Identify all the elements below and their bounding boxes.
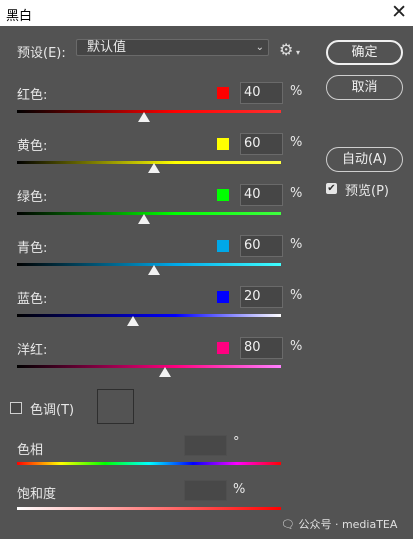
chevron-down-icon: ⌄ bbox=[255, 42, 264, 53]
blue-slider-thumb[interactable] bbox=[127, 316, 140, 326]
blue-label: 蓝色: bbox=[17, 292, 48, 307]
cyan-swatch bbox=[217, 240, 229, 252]
red-value-input[interactable]: 40 bbox=[240, 82, 283, 104]
red-slider-thumb[interactable] bbox=[137, 112, 150, 122]
green-value-input[interactable]: 40 bbox=[240, 184, 283, 206]
cancel-button[interactable]: 取消 bbox=[326, 75, 403, 100]
magenta-value-input[interactable]: 80 bbox=[240, 337, 283, 359]
tint-color-swatch[interactable] bbox=[97, 389, 134, 424]
saturation-label: 饱和度 bbox=[17, 487, 57, 502]
cyan-slider-thumb[interactable] bbox=[148, 265, 161, 275]
green-slider-thumb[interactable] bbox=[137, 214, 150, 224]
preset-value: 默认值 bbox=[87, 40, 127, 55]
magenta-slider-thumb[interactable] bbox=[158, 367, 171, 377]
red-label: 红色: bbox=[17, 88, 48, 103]
blue-value-input[interactable]: 20 bbox=[240, 286, 283, 308]
saturation-slider[interactable] bbox=[17, 507, 281, 510]
preview-label: 预览(P) bbox=[345, 184, 389, 199]
gear-menu-caret-icon[interactable]: ▾ bbox=[296, 48, 300, 57]
green-swatch bbox=[217, 189, 229, 201]
hue-label: 色相 bbox=[17, 443, 44, 458]
saturation-input[interactable] bbox=[184, 480, 227, 501]
preset-label: 预设(E): bbox=[17, 46, 66, 61]
auto-button[interactable]: 自动(A) bbox=[326, 147, 403, 172]
blue-slider-track[interactable] bbox=[17, 314, 281, 317]
cyan-label: 青色: bbox=[17, 241, 48, 256]
ok-button[interactable]: 确定 bbox=[326, 40, 403, 65]
yellow-unit: % bbox=[290, 135, 303, 150]
red-swatch bbox=[217, 87, 229, 99]
magenta-swatch bbox=[217, 342, 229, 354]
green-unit: % bbox=[290, 186, 303, 201]
close-icon[interactable]: ✕ bbox=[391, 1, 407, 23]
blue-swatch bbox=[217, 291, 229, 303]
yellow-label: 黄色: bbox=[17, 139, 48, 154]
title-bar: 黑白 ✕ bbox=[0, 0, 413, 26]
yellow-swatch bbox=[217, 138, 229, 150]
magenta-label: 洋红: bbox=[17, 343, 48, 358]
hue-input[interactable] bbox=[184, 435, 227, 456]
hue-unit: ° bbox=[233, 435, 240, 450]
green-label: 绿色: bbox=[17, 190, 48, 205]
tint-label: 色调(T) bbox=[30, 403, 75, 418]
yellow-slider-thumb[interactable] bbox=[148, 163, 161, 173]
yellow-value-input[interactable]: 60 bbox=[240, 133, 283, 155]
magenta-slider-track[interactable] bbox=[17, 365, 281, 368]
magenta-unit: % bbox=[290, 339, 303, 354]
preview-checkbox[interactable]: ✔ bbox=[326, 183, 337, 194]
preset-dropdown[interactable]: 默认值 ⌄ bbox=[76, 39, 269, 56]
tint-checkbox[interactable] bbox=[10, 402, 22, 414]
watermark: 🗨 公众号 · mediaTEA bbox=[281, 518, 398, 531]
saturation-unit: % bbox=[233, 482, 246, 497]
cyan-value-input[interactable]: 60 bbox=[240, 235, 283, 257]
hue-slider[interactable] bbox=[17, 462, 281, 465]
red-unit: % bbox=[290, 84, 303, 99]
blue-unit: % bbox=[290, 288, 303, 303]
gear-icon[interactable]: ⚙ bbox=[279, 40, 293, 59]
window-title: 黑白 bbox=[6, 9, 33, 24]
cyan-unit: % bbox=[290, 237, 303, 252]
